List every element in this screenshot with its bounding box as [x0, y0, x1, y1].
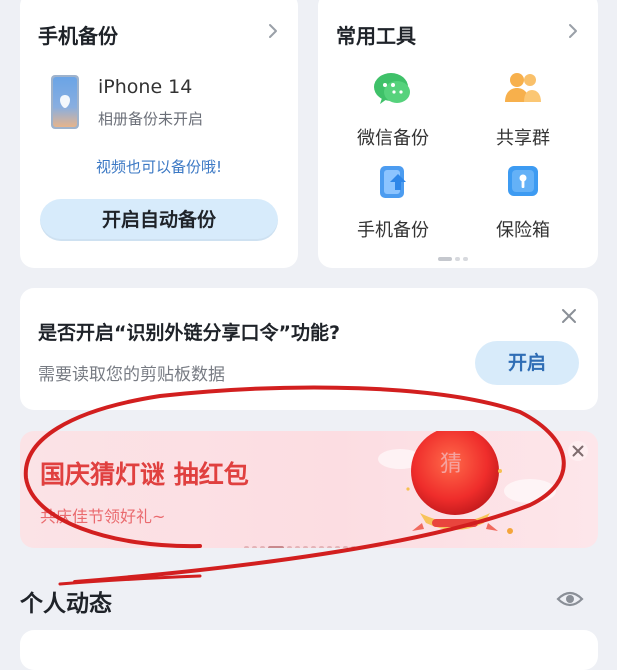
- tool-label: 保险箱: [496, 220, 550, 241]
- tools-pager-dots: [438, 248, 471, 267]
- lantern-illustration: 猜: [378, 431, 556, 534]
- safe-box-icon: [508, 166, 538, 196]
- tools-card-title: 常用工具: [336, 24, 416, 48]
- tool-phone-backup[interactable]: 手机备份: [338, 160, 448, 242]
- clipboard-permission-card: 是否开启“识别外链分享口令”功能? 需要读取您的剪贴板数据 开启: [20, 288, 598, 410]
- tool-label: 手机备份: [357, 220, 429, 241]
- phone-backup-icon: [380, 166, 406, 198]
- close-icon[interactable]: [568, 441, 588, 461]
- tool-share-group[interactable]: 共享群: [468, 68, 578, 150]
- promo-title: 国庆猜灯谜 抽红包: [40, 460, 249, 489]
- backup-card-title: 手机备份: [38, 24, 118, 48]
- activity-card: [20, 630, 598, 670]
- video-backup-hint-link[interactable]: 视频也可以备份哦!: [20, 156, 298, 177]
- close-icon[interactable]: [560, 307, 578, 325]
- phone-backup-card[interactable]: 手机备份 iPhone 14 相册备份未开启 视频也可以备份哦! 开启自动备份: [20, 0, 298, 268]
- tool-wechat-backup[interactable]: 微信备份: [338, 68, 448, 150]
- promo-pager-dots: [244, 537, 359, 548]
- eye-icon[interactable]: [556, 588, 584, 610]
- lantern-character: 猜: [440, 452, 462, 477]
- tool-safe-box[interactable]: 保险箱: [468, 160, 578, 242]
- national-day-promo-banner[interactable]: 国庆猜灯谜 抽红包 共庆佳节领好礼~ 猜: [20, 431, 598, 548]
- tool-label: 微信备份: [357, 128, 429, 149]
- group-icon: [505, 73, 541, 102]
- wechat-icon: [374, 73, 410, 104]
- promo-subtitle: 共庆佳节领好礼~: [40, 507, 166, 526]
- chevron-right-icon[interactable]: [564, 22, 582, 40]
- enable-share-code-button[interactable]: 开启: [475, 341, 579, 385]
- enable-auto-backup-button[interactable]: 开启自动备份: [40, 199, 278, 241]
- permission-subtitle: 需要读取您的剪贴板数据: [38, 365, 225, 385]
- common-tools-card: 常用工具 微信备份 共享群 手机备份 保险箱: [318, 0, 598, 268]
- device-name: iPhone 14: [98, 76, 193, 98]
- chevron-right-icon[interactable]: [264, 22, 282, 40]
- permission-title: 是否开启“识别外链分享口令”功能?: [38, 322, 340, 344]
- iphone-device-icon: [51, 75, 79, 129]
- tool-label: 共享群: [496, 128, 550, 149]
- personal-activity-title: 个人动态: [20, 591, 112, 617]
- device-backup-status: 相册备份未开启: [98, 110, 204, 128]
